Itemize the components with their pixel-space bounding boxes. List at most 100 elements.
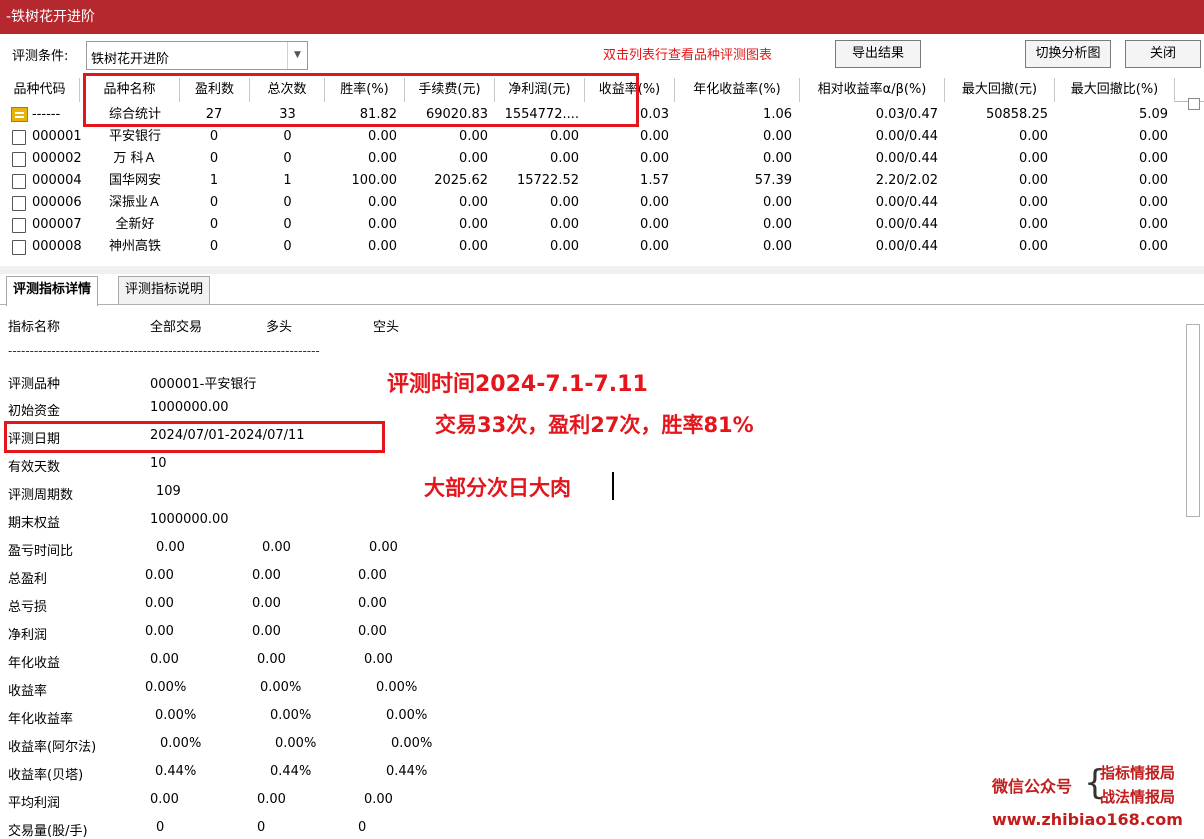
detail-value: 0.00% (391, 736, 433, 751)
detail-value: 0.00% (160, 736, 202, 751)
table-row[interactable]: 000001 平安银行 0 0 0.00 0.00 0.00 0.00 0.00 0.00/0.4… (0, 126, 1204, 148)
table-cell: 0.00 (763, 217, 792, 232)
detail-label: 评测日期 (8, 432, 61, 447)
detail-value: 0.00% (275, 736, 317, 751)
hint-text: 双击列表行查看品种评测图表 (603, 48, 773, 63)
detail-value: 0 (156, 820, 165, 835)
table-cell: 000006 (32, 195, 82, 210)
table-cell: 2025.62 (434, 173, 488, 188)
table-cell: 100.00 (351, 173, 398, 188)
detail-value: 109 (156, 484, 181, 499)
table-cell: 81.82 (359, 107, 397, 122)
table-cell: 57.39 (754, 173, 792, 188)
detail-value: 0.00% (145, 680, 187, 695)
table-cell: 0.00 (763, 151, 792, 166)
table-cell: 万 科Ａ (113, 151, 157, 166)
header-wins[interactable]: 盈利数 (180, 78, 250, 102)
detail-label: 评测周期数 (8, 488, 74, 503)
summary-row[interactable]: ------ 综合统计 27 33 81.82 69020.83 1554772.... 0.… (0, 104, 1204, 126)
table-cell: 0.00 (1019, 129, 1048, 144)
table-cell: 1554772.... (504, 107, 579, 122)
detail-tabs: 评测指标详情 评测指标说明 (0, 274, 1204, 306)
table-cell: 全新好 (115, 217, 155, 232)
tab-detail[interactable]: 评测指标详情 (6, 276, 99, 306)
table-cell: 1.57 (640, 173, 669, 188)
detail-label: 初始资金 (8, 404, 61, 419)
export-button[interactable]: 导出结果 (835, 40, 921, 68)
detail-label: 交易量(股/手) (8, 824, 88, 839)
table-cell: 0.00 (640, 195, 669, 210)
table-cell: 0 (283, 129, 292, 144)
table-cell: 0.00 (763, 129, 792, 144)
header-total[interactable]: 总次数 (250, 78, 325, 102)
tab-explanation[interactable]: 评测指标说明 (118, 276, 211, 304)
table-cell: 0.00 (459, 239, 488, 254)
header-return[interactable]: 收益率(%) (585, 78, 675, 102)
grid-header: 品种代码 品种名称 盈利数 总次数 胜率(%) 手续费(元) 净利润(元) 收益… (0, 78, 1204, 102)
chevron-down-icon[interactable]: ▼ (287, 42, 307, 69)
detail-scrollbar[interactable] (1186, 324, 1200, 517)
detail-value: 0.00 (257, 792, 286, 807)
table-row[interactable]: 000008 神州高铁 0 0 0.00 0.00 0.00 0.00 0.00 0.00/0.4… (0, 236, 1204, 258)
table-cell: 0.03/0.47 (875, 107, 938, 122)
toolbar: 评测条件: 铁树花开进阶 ▼ 双击列表行查看品种评测图表 导出结果 切换分析图 … (0, 34, 1204, 76)
detail-label: 收益率(阿尔法) (8, 740, 97, 755)
table-cell: 0 (283, 151, 292, 166)
table-cell: 0.00 (550, 239, 579, 254)
header-name[interactable]: 品种名称 (80, 78, 180, 102)
detail-label: 期末权益 (8, 516, 61, 531)
table-cell: 0.00 (1139, 217, 1168, 232)
header-winrate[interactable]: 胜率(%) (325, 78, 405, 102)
table-row[interactable]: 000006 深振业Ａ 0 0 0.00 0.00 0.00 0.00 0.00 0.00/0.4… (0, 192, 1204, 214)
detail-value: 0.00 (358, 596, 387, 611)
header-code[interactable]: 品种代码 (0, 78, 80, 102)
detail-header-name: 指标名称 (8, 320, 61, 335)
header-fee[interactable]: 手续费(元) (405, 78, 495, 102)
condition-select[interactable]: 铁树花开进阶 ▼ (86, 41, 308, 70)
table-cell: 0.00 (1139, 239, 1168, 254)
detail-label: 有效天数 (8, 460, 61, 475)
detail-label: 年化收益率 (8, 712, 74, 727)
table-cell: 0.00/0.44 (875, 217, 938, 232)
table-cell: 0.00 (550, 217, 579, 232)
table-cell: 0.03 (640, 107, 669, 122)
header-net-profit[interactable]: 净利润(元) (495, 78, 585, 102)
detail-value: 0.00% (260, 680, 302, 695)
detail-header-all: 全部交易 (150, 320, 203, 335)
condition-value: 铁树花开进阶 (91, 52, 170, 67)
document-icon (12, 130, 26, 145)
summary-icon (11, 107, 28, 122)
header-alpha-beta[interactable]: 相对收益率α/β(%) (800, 78, 945, 102)
table-cell: 0 (209, 217, 219, 232)
close-button[interactable]: 关闭 (1125, 40, 1201, 68)
table-cell: 000004 (32, 173, 82, 188)
annotation-remark: 大部分次日大肉 (424, 476, 571, 500)
table-cell: 0.00 (550, 195, 579, 210)
table-cell: 0.00 (1139, 151, 1168, 166)
switch-chart-button[interactable]: 切换分析图 (1025, 40, 1111, 68)
table-cell: 0.00 (459, 195, 488, 210)
table-cell: 0.00/0.44 (875, 151, 938, 166)
table-cell: 0.00 (640, 129, 669, 144)
table-cell: 1.06 (763, 107, 792, 122)
table-cell: 0 (283, 195, 292, 210)
table-cell: 0.00 (763, 195, 792, 210)
table-row[interactable]: 000004 国华网安 1 1 100.00 2025.62 15722.52 1.57 57.… (0, 170, 1204, 192)
splitter[interactable] (0, 266, 1204, 274)
detail-label: 平均利润 (8, 796, 61, 811)
table-row[interactable]: 000002 万 科Ａ 0 0 0.00 0.00 0.00 0.00 0.00 0.00/0.4… (0, 148, 1204, 170)
detail-label: 总亏损 (8, 600, 48, 615)
detail-header-long: 多头 (266, 320, 293, 335)
detail-value: 0.00 (257, 652, 286, 667)
column-toggle-checkbox[interactable] (1188, 98, 1200, 110)
header-max-drawdown[interactable]: 最大回撤(元) (945, 78, 1055, 102)
table-cell: 平安银行 (108, 129, 161, 144)
detail-value: 0.00% (386, 708, 428, 723)
detail-label: 总盈利 (8, 572, 48, 587)
header-annual-return[interactable]: 年化收益率(%) (675, 78, 800, 102)
watermark-url: www.zhibiao168.com (992, 810, 1183, 829)
table-cell: 国华网安 (108, 173, 161, 188)
table-cell: 0.00 (1019, 217, 1048, 232)
table-row[interactable]: 000007 全新好 0 0 0.00 0.00 0.00 0.00 0.00 0.00/0.44… (0, 214, 1204, 236)
header-max-drawdown-ratio[interactable]: 最大回撤比(%) (1055, 78, 1175, 102)
